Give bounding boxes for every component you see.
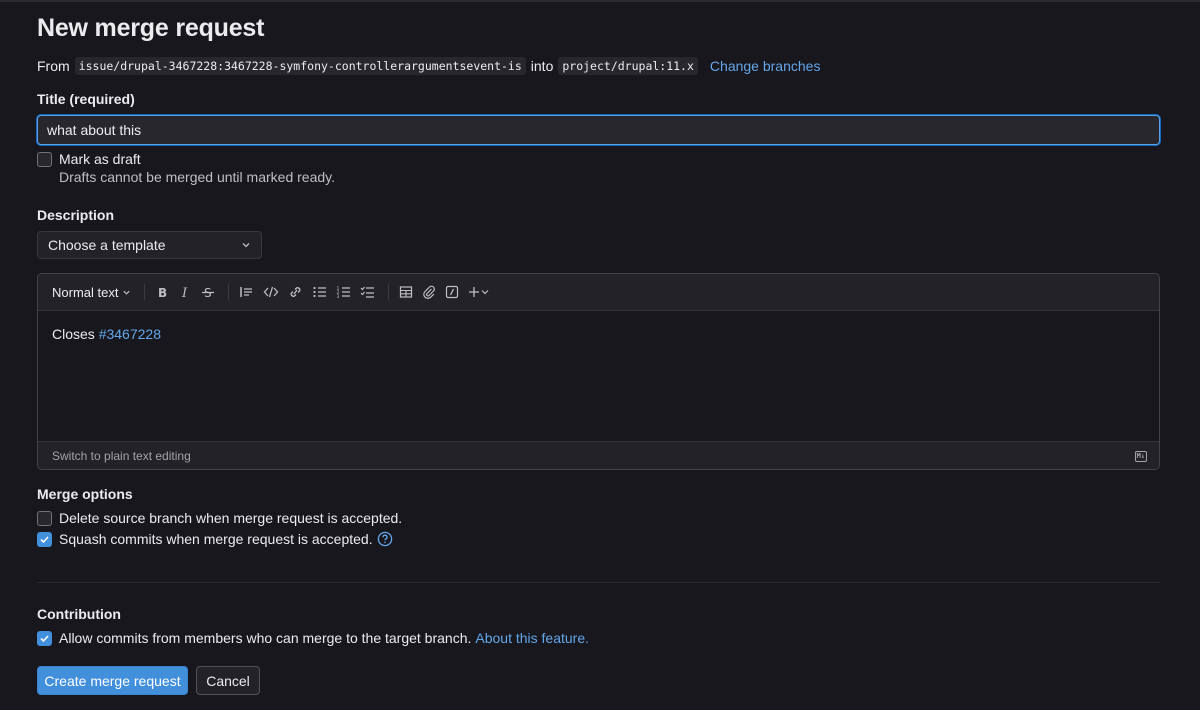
allow-commits-checkbox[interactable]	[37, 630, 52, 646]
more-icon[interactable]	[468, 280, 490, 304]
question-help-icon[interactable]	[377, 531, 393, 547]
description-label: Description	[37, 207, 115, 223]
draft-label: Mark as draft	[59, 151, 141, 167]
draft-help-text: Drafts cannot be merged until marked rea…	[59, 169, 335, 185]
toolbar-separator	[388, 284, 390, 300]
task-list-icon[interactable]	[360, 280, 375, 304]
text-style-dropdown[interactable]: Normal text	[52, 280, 131, 304]
template-dropdown-label: Choose a template	[48, 237, 166, 253]
change-branches-link[interactable]: Change branches	[710, 58, 821, 74]
title-input[interactable]	[37, 115, 1160, 145]
into-label: into	[530, 58, 554, 74]
contribution-label: Contribution	[37, 606, 121, 622]
issue-reference-link[interactable]: #3467228	[99, 326, 161, 342]
chevron-down-icon	[241, 237, 251, 253]
switch-to-plain-text-button[interactable]: Switch to plain text editing	[52, 449, 191, 463]
create-merge-request-button[interactable]: Create merge request	[37, 666, 188, 695]
slash-command-icon[interactable]	[445, 280, 459, 304]
toolbar-separator	[144, 284, 146, 300]
checkmark-icon	[40, 634, 49, 642]
cancel-button[interactable]: Cancel	[196, 666, 260, 695]
table-icon[interactable]	[399, 280, 413, 304]
delete-source-branch-label: Delete source branch when merge request …	[59, 510, 403, 526]
toolbar-separator	[228, 284, 230, 300]
editor-toolbar: Normal text B I S 1 2 3	[38, 274, 1159, 311]
source-branch: issue/drupal-3467228:3467228-symfony-con…	[74, 57, 526, 75]
draft-checkbox[interactable]	[37, 151, 52, 167]
markdown-icon: M↓	[1134, 450, 1147, 462]
allow-commits-label: Allow commits from members who can merge…	[59, 630, 472, 646]
strikethrough-icon[interactable]: S	[201, 280, 215, 304]
section-divider	[37, 582, 1160, 583]
code-icon[interactable]	[263, 280, 279, 304]
chevron-down-icon	[123, 290, 131, 295]
delete-source-branch-checkbox[interactable]	[37, 510, 52, 526]
closes-text: Closes	[52, 326, 95, 342]
attach-icon[interactable]	[422, 280, 436, 304]
mark-as-draft-row[interactable]: Mark as draft	[37, 151, 141, 167]
squash-commits-label: Squash commits when merge request is acc…	[59, 531, 373, 547]
target-branch: project/drupal:11.x	[558, 57, 698, 75]
bullet-list-icon[interactable]	[312, 280, 327, 304]
squash-commits-row[interactable]: Squash commits when merge request is acc…	[37, 531, 393, 547]
svg-text:3: 3	[337, 294, 340, 299]
template-dropdown[interactable]: Choose a template	[37, 231, 262, 259]
numbered-list-icon[interactable]: 123	[336, 280, 351, 304]
editor-content[interactable]: Closes #3467228	[38, 311, 1159, 441]
editor-footer: Switch to plain text editing M↓	[38, 441, 1159, 469]
squash-commits-checkbox[interactable]	[37, 531, 52, 547]
description-editor: Normal text B I S 1 2 3 Closes #3467228 …	[37, 273, 1160, 470]
branch-info: From issue/drupal-3467228:3467228-symfon…	[37, 56, 820, 76]
page-title: New merge request	[37, 14, 265, 42]
about-this-feature-link[interactable]: About this feature.	[475, 630, 589, 646]
top-border	[0, 0, 1200, 2]
text-style-label: Normal text	[52, 284, 119, 300]
delete-source-branch-row[interactable]: Delete source branch when merge request …	[37, 510, 402, 526]
blockquote-icon[interactable]	[239, 280, 254, 304]
checkmark-icon	[40, 535, 49, 543]
from-label: From	[37, 58, 70, 74]
bold-icon[interactable]: B	[155, 280, 169, 304]
svg-text:I: I	[181, 286, 188, 299]
link-icon[interactable]	[288, 280, 303, 304]
svg-text:B: B	[158, 286, 167, 299]
italic-icon[interactable]: I	[178, 280, 192, 304]
allow-commits-row[interactable]: Allow commits from members who can merge…	[37, 630, 589, 646]
merge-options-label: Merge options	[37, 486, 133, 502]
title-label: Title (required)	[37, 91, 135, 107]
